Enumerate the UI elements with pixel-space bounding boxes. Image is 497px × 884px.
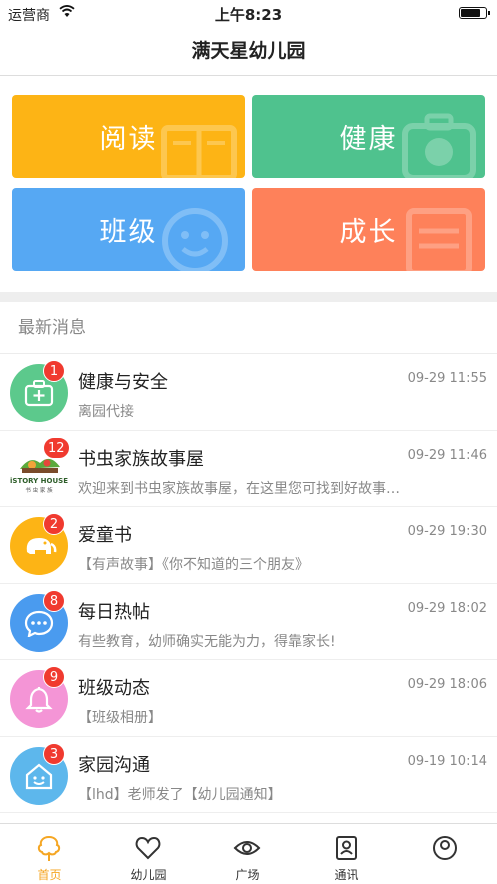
growth-tile[interactable]: 成长	[252, 188, 485, 271]
unread-badge: 1	[43, 360, 65, 382]
tab-label: 通讯	[334, 868, 359, 882]
message-title: 书虫家族故事屋	[78, 448, 204, 470]
home-tree-icon	[37, 835, 61, 861]
list-item[interactable]: 3 家园沟通 09-19 10:14 【lhd】老师发了【幼儿园通知】	[0, 737, 497, 813]
page-title: 满天星幼儿园	[0, 28, 497, 76]
message-preview: 离园代接	[78, 404, 134, 420]
battery-icon	[459, 7, 490, 19]
message-title: 健康与安全	[78, 372, 168, 393]
list-item[interactable]: 1 健康与安全 09-29 11:55 离园代接	[0, 354, 497, 431]
list-item[interactable]: 9 班级动态 09-29 18:06 【班级相册】	[0, 660, 497, 737]
heart-icon	[135, 836, 161, 860]
message-time: 09-19 10:14	[407, 753, 487, 769]
clock: 上午8:23	[214, 6, 283, 24]
message-title: 每日热帖	[78, 601, 150, 623]
tab-label: 幼儿园	[130, 868, 167, 882]
message-title: 爱童书	[78, 525, 132, 546]
clipboard-icon	[406, 208, 472, 271]
message-time: 09-29 19:30	[407, 524, 487, 539]
profile-icon	[433, 836, 457, 860]
message-time: 09-29 18:06	[407, 677, 487, 692]
health-tile[interactable]: 健康	[252, 95, 485, 178]
message-time: 09-29 11:46	[407, 447, 487, 463]
unread-badge: 2	[43, 513, 65, 535]
list-item[interactable]: 2 爱童书 09-29 19:30 【有声故事】《你不知道的三个朋友》	[0, 507, 497, 584]
message-preview: 【班级相册】	[78, 710, 162, 726]
unread-badge: 9	[43, 666, 65, 688]
message-list: 1 健康与安全 09-29 11:55 离园代接 iSTORY HOUSE 书 …	[0, 354, 497, 813]
tab-label: 广场	[235, 868, 260, 882]
list-item[interactable]: 8 每日热帖 09-29 18:02 有些教育，幼师确实无能为力，得靠家长!	[0, 584, 497, 660]
message-time: 09-29 11:55	[407, 371, 487, 386]
reading-tile-label: 阅读	[99, 124, 158, 155]
unread-badge: 12	[43, 436, 70, 459]
unread-badge: 3	[43, 742, 65, 765]
message-title: 家园沟通	[78, 754, 150, 776]
message-title: 班级动态	[78, 678, 150, 699]
message-preview: 欢迎来到书虫家族故事屋，在这里您可找到好故事…	[78, 480, 400, 497]
tab-label: 首页	[37, 868, 62, 882]
tab-profile[interactable]	[396, 824, 495, 884]
unread-badge: 8	[43, 589, 65, 612]
logo-text: iSTORY HOUSE	[10, 477, 68, 485]
message-preview: 【lhd】老师发了【幼儿园通知】	[78, 786, 282, 803]
tab-contacts[interactable]: 通讯	[297, 824, 396, 884]
tab-bar: 首页 幼儿园 广场 通讯	[0, 823, 497, 883]
message-time: 09-29 18:02	[407, 600, 487, 616]
list-item[interactable]: iSTORY HOUSE 书 虫 家 族 12 书虫家族故事屋 09-29 11…	[0, 431, 497, 507]
tab-home[interactable]: 首页	[0, 824, 99, 884]
tab-square[interactable]: 广场	[198, 824, 297, 884]
health-tile-label: 健康	[339, 124, 398, 155]
book-icon	[161, 125, 237, 178]
message-preview: 【有声故事】《你不知道的三个朋友》	[78, 557, 309, 573]
message-preview: 有些教育，幼师确实无能为力，得靠家长!	[78, 633, 336, 650]
section-divider	[0, 292, 497, 302]
eye-icon	[233, 841, 261, 855]
class-tile-label: 班级	[99, 217, 158, 248]
status-bar: 运营商 上午8:23	[0, 0, 497, 28]
tab-kindergarten[interactable]: 幼儿园	[99, 824, 198, 884]
growth-tile-label: 成长	[339, 217, 398, 248]
medical-kit-icon	[402, 113, 476, 178]
smiley-icon	[162, 208, 228, 271]
contacts-icon	[336, 836, 357, 860]
feature-tiles: 阅读 健康 班级 成长	[12, 95, 485, 273]
latest-news-heading: 最新消息	[0, 302, 497, 354]
class-tile[interactable]: 班级	[12, 188, 245, 271]
reading-tile[interactable]: 阅读	[12, 95, 245, 178]
logo-subtext: 书 虫 家 族	[25, 486, 53, 494]
